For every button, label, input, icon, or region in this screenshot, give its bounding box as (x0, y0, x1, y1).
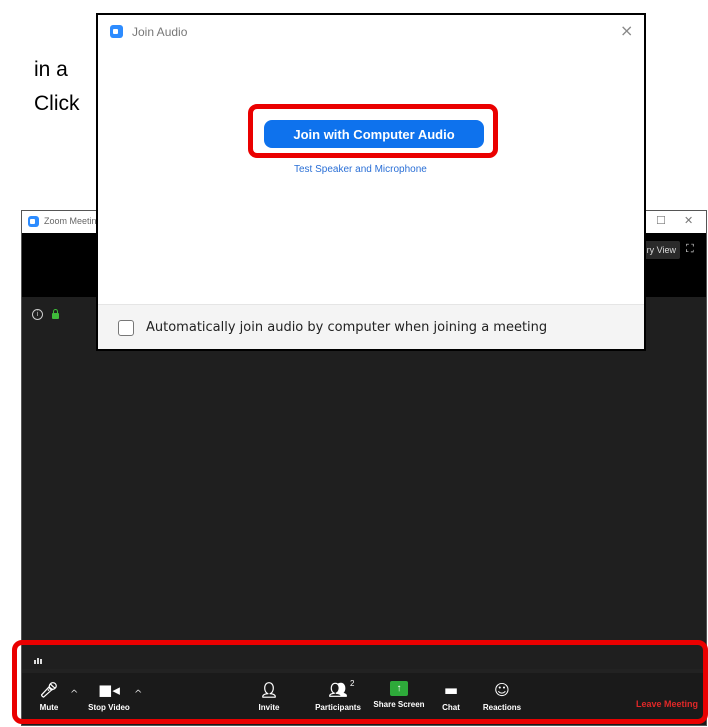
close-icon[interactable]: × (620, 21, 633, 40)
gallery-view-button[interactable]: ry View (642, 241, 680, 259)
test-speaker-microphone-link[interactable]: Test Speaker and Microphone (294, 164, 427, 175)
maximize-icon[interactable]: ☐ (656, 214, 666, 227)
toolbar-highlight-box (12, 640, 708, 724)
fullscreen-icon[interactable]: ⛶ (686, 243, 696, 255)
auto-join-checkbox[interactable] (118, 320, 134, 336)
join-with-computer-audio-button[interactable]: Join with Computer Audio (264, 120, 484, 148)
meeting-video-area (22, 297, 706, 669)
zoom-logo-icon (28, 216, 39, 227)
zoom-logo-icon (110, 25, 123, 38)
window-title: Zoom Meeting (44, 216, 102, 226)
info-icon[interactable]: i (32, 309, 43, 320)
close-icon[interactable]: ✕ (684, 214, 693, 227)
auto-join-label[interactable]: Automatically join audio by computer whe… (146, 320, 547, 335)
instruction-text-line1: in a (34, 58, 68, 81)
dialog-footer: Automatically join audio by computer whe… (98, 304, 644, 349)
join-audio-dialog: Join Audio × Join with Computer Audio Te… (96, 13, 646, 351)
instruction-text-line2: Click (34, 92, 80, 115)
lock-icon[interactable] (52, 309, 59, 319)
dialog-title: Join Audio (132, 25, 188, 39)
